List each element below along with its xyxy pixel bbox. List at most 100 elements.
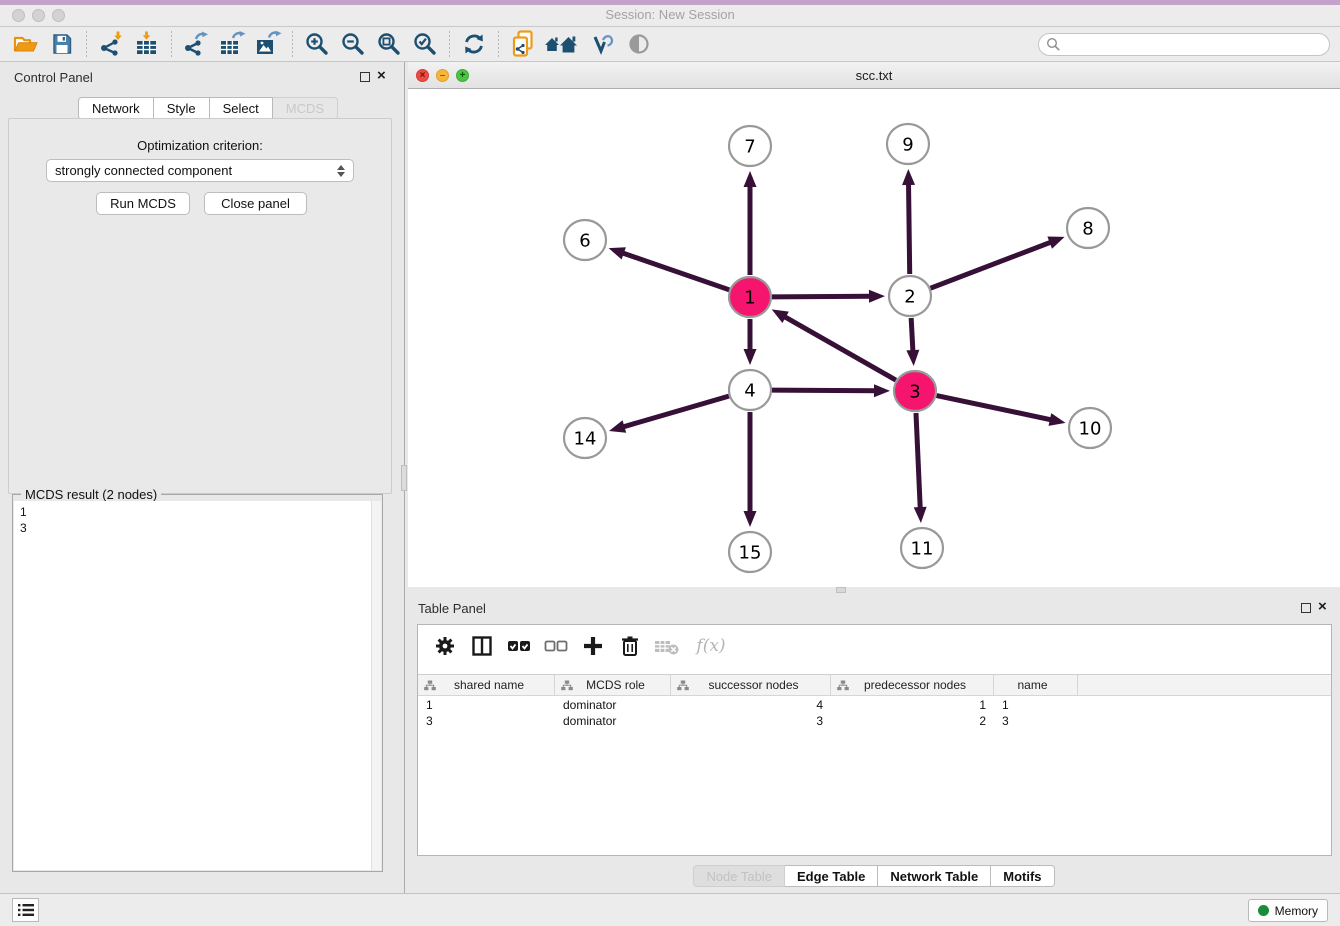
float-panel-icon[interactable]	[360, 72, 370, 82]
tab-network[interactable]: Network	[78, 97, 154, 120]
table-header-row: shared name MCDS role successor nodes pr…	[418, 674, 1331, 696]
graph-node-label: 1	[744, 287, 755, 308]
mcds-result-text[interactable]: 1 3	[14, 501, 371, 870]
refresh-icon[interactable]	[456, 29, 492, 59]
tab-network-table[interactable]: Network Table	[878, 865, 991, 887]
edge-2-8[interactable]	[931, 242, 1053, 289]
edge-arrowhead	[874, 384, 890, 397]
tab-select[interactable]: Select	[210, 97, 273, 120]
close-panel-icon[interactable]: ×	[377, 67, 386, 84]
column-header-name[interactable]: name	[994, 675, 1078, 695]
table-panel-header: Table Panel ×	[408, 593, 1340, 621]
toolbar-separator	[86, 31, 87, 57]
edge-1-2[interactable]	[772, 296, 872, 297]
add-icon[interactable]	[578, 631, 608, 661]
network-window-titlebar[interactable]: × – + scc.txt	[408, 62, 1340, 89]
edge-3-11[interactable]	[916, 413, 920, 510]
table-tabs: Node Table Edge Table Network Table Moti…	[408, 865, 1340, 887]
edge-1-6[interactable]	[621, 252, 729, 289]
table-content: f(x) shared name MCDS role successor nod…	[417, 624, 1332, 856]
cell-shared-name[interactable]: 3	[418, 713, 555, 729]
gear-icon[interactable]	[430, 631, 460, 661]
mcds-result-line: 3	[20, 520, 371, 536]
float-panel-icon[interactable]	[1301, 603, 1311, 613]
split-panel-icon[interactable]	[467, 631, 497, 661]
cell-predecessor-nodes[interactable]: 2	[831, 713, 994, 729]
close-panel-icon[interactable]: ×	[1318, 598, 1327, 615]
zoom-fit-icon[interactable]	[371, 29, 407, 59]
memory-button[interactable]: Memory	[1248, 899, 1328, 922]
close-panel-button[interactable]: Close panel	[204, 192, 307, 215]
column-header-predecessor-nodes[interactable]: predecessor nodes	[831, 675, 994, 695]
graph-node-label: 8	[1082, 218, 1093, 239]
function-builder-icon: f(x)	[689, 631, 733, 661]
control-panel-header: Control Panel ×	[0, 62, 400, 90]
graph-node-label: 2	[904, 286, 915, 307]
zoom-out-icon[interactable]	[335, 29, 371, 59]
dropdown-value: strongly connected component	[55, 163, 232, 178]
save-icon[interactable]	[44, 29, 80, 59]
tab-style[interactable]: Style	[154, 97, 210, 120]
network-view-window: × – + scc.txt 1234678910111415	[408, 62, 1340, 593]
optimization-criterion-dropdown[interactable]: strongly connected component	[46, 159, 354, 182]
toolbar-separator	[171, 31, 172, 57]
cell-successor-nodes[interactable]: 4	[671, 697, 831, 713]
select-all-columns-icon[interactable]	[504, 631, 534, 661]
cell-predecessor-nodes[interactable]: 1	[831, 697, 994, 713]
cell-name[interactable]: 1	[994, 697, 1078, 713]
cell-mcds-role[interactable]: dominator	[555, 697, 671, 713]
graph-node-label: 15	[739, 542, 762, 563]
edge-4-14[interactable]	[621, 396, 728, 427]
mcds-result-scrollbar[interactable]	[371, 501, 381, 870]
memory-status-icon	[1258, 905, 1269, 916]
table-toolbar: f(x)	[418, 625, 1331, 667]
run-mcds-button[interactable]: Run MCDS	[96, 192, 190, 215]
edge-arrowhead	[906, 350, 919, 366]
edge-2-3[interactable]	[911, 318, 913, 353]
tab-node-table[interactable]: Node Table	[693, 865, 785, 887]
tab-motifs[interactable]: Motifs	[991, 865, 1054, 887]
splitter-grip[interactable]	[401, 465, 407, 491]
import-network-icon[interactable]	[93, 29, 129, 59]
table-row[interactable]: 3 dominator 3 2 3	[418, 713, 1331, 729]
search-input[interactable]	[1061, 36, 1329, 54]
cell-mcds-role[interactable]: dominator	[555, 713, 671, 729]
zoom-selected-icon[interactable]	[407, 29, 443, 59]
export-network-icon[interactable]	[178, 29, 214, 59]
style-toggle-icon[interactable]	[585, 29, 621, 59]
cell-successor-nodes[interactable]: 3	[671, 713, 831, 729]
trash-icon[interactable]	[615, 631, 645, 661]
memory-label: Memory	[1275, 904, 1318, 918]
tab-edge-table[interactable]: Edge Table	[785, 865, 878, 887]
task-history-button[interactable]	[12, 898, 39, 922]
cell-shared-name[interactable]: 1	[418, 697, 555, 713]
node-attribute-icon	[677, 680, 689, 691]
edge-4-3[interactable]	[772, 390, 877, 391]
home-icon[interactable]	[541, 29, 585, 59]
deselect-all-columns-icon[interactable]	[541, 631, 571, 661]
network-canvas[interactable]: 1234678910111415	[408, 89, 1340, 587]
column-header-successor-nodes[interactable]: successor nodes	[671, 675, 831, 695]
graph-node-label: 4	[744, 380, 755, 401]
table-panel: Table Panel ×	[408, 593, 1340, 888]
edge-3-10[interactable]	[937, 396, 1053, 421]
graph-node-label: 11	[911, 538, 934, 559]
export-image-icon[interactable]	[250, 29, 286, 59]
edge-2-9[interactable]	[909, 182, 910, 274]
zoom-in-icon[interactable]	[299, 29, 335, 59]
visibility-icon[interactable]	[621, 29, 657, 59]
edge-3-1[interactable]	[783, 316, 896, 380]
graph-node-label: 7	[744, 136, 755, 157]
export-table-icon[interactable]	[214, 29, 250, 59]
open-folder-icon[interactable]	[8, 29, 44, 59]
column-header-shared-name[interactable]: shared name	[418, 675, 555, 695]
column-header-mcds-role[interactable]: MCDS role	[555, 675, 671, 695]
search-icon	[1046, 37, 1061, 52]
vertical-splitter[interactable]	[400, 62, 408, 893]
import-table-icon[interactable]	[129, 29, 165, 59]
search-field[interactable]	[1038, 33, 1330, 56]
cell-name[interactable]: 3	[994, 713, 1078, 729]
tab-mcds[interactable]: MCDS	[273, 97, 338, 120]
copy-network-icon[interactable]	[505, 29, 541, 59]
table-row[interactable]: 1 dominator 4 1 1	[418, 697, 1331, 713]
